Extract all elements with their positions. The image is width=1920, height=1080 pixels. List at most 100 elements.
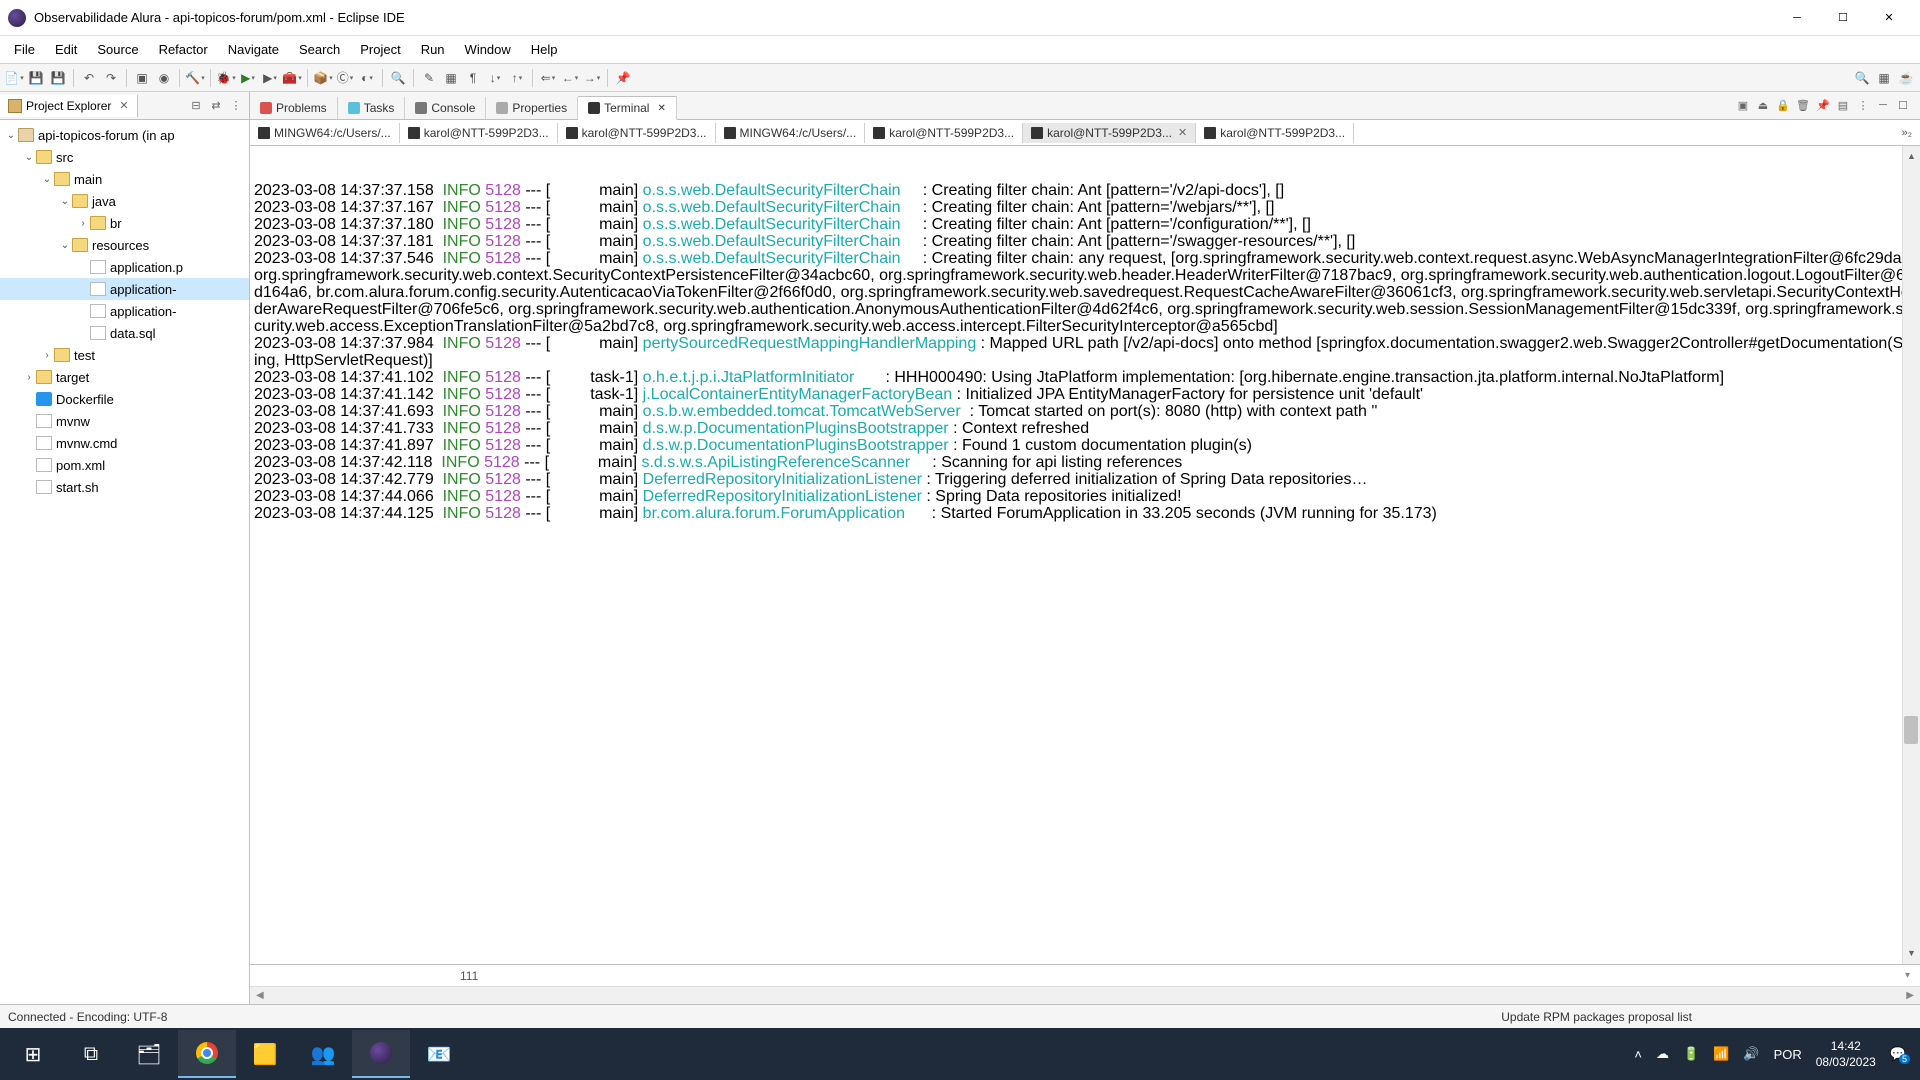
onedrive-icon[interactable]: ☁ xyxy=(1656,1046,1669,1062)
tree-expander-icon[interactable]: › xyxy=(22,372,36,383)
tree-item[interactable]: mvnw.cmd xyxy=(0,432,249,454)
maximize-button[interactable]: ☐ xyxy=(1820,3,1866,33)
tree-item[interactable]: ›target xyxy=(0,366,249,388)
eclipse-taskbar-button[interactable] xyxy=(352,1030,410,1078)
quick-access-icon[interactable]: 🔍 xyxy=(1852,68,1872,88)
annotation-prev-icon[interactable]: ↑ xyxy=(507,68,527,88)
build-icon[interactable]: 🔨 xyxy=(185,68,205,88)
scroll-left-icon[interactable]: ◀ xyxy=(256,990,264,1001)
new-class-icon[interactable]: Ⓒ xyxy=(335,68,355,88)
pin-editor-icon[interactable]: 📌 xyxy=(613,68,633,88)
new-type-icon[interactable]: ◐ xyxy=(357,68,377,88)
maximize-view-icon[interactable]: ☐ xyxy=(1894,96,1912,114)
show-whitespace-icon[interactable]: ¶ xyxy=(463,68,483,88)
language-indicator[interactable]: POR xyxy=(1774,1047,1802,1062)
ext-tools-icon[interactable]: 🧰 xyxy=(282,68,302,88)
tree-item[interactable]: ⌄src xyxy=(0,146,249,168)
save-all-icon[interactable]: 💾 xyxy=(48,68,68,88)
tree-item[interactable]: pom.xml xyxy=(0,454,249,476)
terminal-menu-icon[interactable]: ⋮ xyxy=(1854,96,1872,114)
terminal-scroll-lock-icon[interactable]: 🔒 xyxy=(1774,96,1792,114)
file-explorer-button[interactable]: 🗂 xyxy=(120,1030,178,1078)
menu-window[interactable]: Window xyxy=(455,38,521,61)
terminal-toggle-icon[interactable]: ▤ xyxy=(1834,96,1852,114)
terminal-tab[interactable]: MINGW64:/c/Users/... xyxy=(716,123,866,143)
wifi-icon[interactable]: 📶 xyxy=(1713,1046,1729,1062)
view-tab-tasks[interactable]: Tasks xyxy=(338,97,406,119)
menu-run[interactable]: Run xyxy=(411,38,455,61)
back-icon[interactable]: ← xyxy=(560,68,580,88)
forward-icon[interactable]: → xyxy=(582,68,602,88)
new-package-icon[interactable]: 📦 xyxy=(313,68,333,88)
terminal-tab[interactable]: karol@NTT-599P2D3... xyxy=(865,123,1023,143)
chevron-down-icon[interactable]: ▾ xyxy=(1905,970,1910,981)
terminal-new-icon[interactable]: ▣ xyxy=(1734,96,1752,114)
tree-item[interactable]: Dockerfile xyxy=(0,388,249,410)
taskbar-clock[interactable]: 14:42 08/03/2023 xyxy=(1816,1038,1876,1070)
tree-item[interactable]: data.sql xyxy=(0,322,249,344)
redo-icon[interactable]: ↷ xyxy=(101,68,121,88)
tree-expander-icon[interactable]: ⌄ xyxy=(4,130,18,141)
horizontal-scrollbar[interactable]: ◀ ▶ xyxy=(250,986,1920,1004)
minimize-button[interactable]: ─ xyxy=(1774,3,1820,33)
tree-item[interactable]: ›br xyxy=(0,212,249,234)
close-button[interactable]: ✕ xyxy=(1866,3,1912,33)
battery-icon[interactable]: 🔋 xyxy=(1683,1046,1699,1062)
sticky-notes-button[interactable]: 🟨 xyxy=(236,1030,294,1078)
coverage-icon[interactable]: ◉ xyxy=(154,68,174,88)
debug-icon[interactable]: 🐞 xyxy=(216,68,236,88)
outlook-button[interactable]: 📧 xyxy=(410,1030,468,1078)
open-perspective-icon[interactable]: ▦ xyxy=(1874,68,1894,88)
close-icon[interactable]: ✕ xyxy=(657,103,665,114)
tray-chevron-icon[interactable]: ˄ xyxy=(1634,1047,1642,1062)
link-editor-icon[interactable]: ⇄ xyxy=(207,97,225,115)
run-icon[interactable]: ▶ xyxy=(238,68,258,88)
terminal-clear-icon[interactable]: 🗑 xyxy=(1794,96,1812,114)
toggle-block-icon[interactable]: ▦ xyxy=(441,68,461,88)
tree-item[interactable]: mvnw xyxy=(0,410,249,432)
terminal-tab[interactable]: karol@NTT-599P2D3... xyxy=(400,123,558,143)
terminal-pin-icon[interactable]: 📌 xyxy=(1814,96,1832,114)
view-menu-icon[interactable]: ⋮ xyxy=(227,97,245,115)
tree-item[interactable]: start.sh xyxy=(0,476,249,498)
tree-expander-icon[interactable]: ⌄ xyxy=(58,240,72,251)
terminal-tab[interactable]: karol@NTT-599P2D3...✕ xyxy=(1023,123,1196,143)
java-perspective-icon[interactable]: ☕ xyxy=(1896,68,1916,88)
tree-item[interactable]: ›test xyxy=(0,344,249,366)
tree-item[interactable]: ⌄resources xyxy=(0,234,249,256)
terminal-tab[interactable]: karol@NTT-599P2D3... xyxy=(558,123,716,143)
tree-expander-icon[interactable]: › xyxy=(40,350,54,361)
terminal-icon[interactable]: ▣ xyxy=(132,68,152,88)
view-tab-problems[interactable]: Problems xyxy=(250,97,338,119)
tree-expander-icon[interactable]: ⌄ xyxy=(22,152,36,163)
teams-button[interactable]: 👥 xyxy=(294,1030,352,1078)
new-icon[interactable]: 📄 xyxy=(4,68,24,88)
run-last-icon[interactable]: ▶ xyxy=(260,68,280,88)
chrome-button[interactable] xyxy=(178,1030,236,1078)
volume-icon[interactable]: 🔊 xyxy=(1743,1046,1759,1062)
menu-file[interactable]: File xyxy=(4,38,45,61)
tree-item[interactable]: application- xyxy=(0,300,249,322)
tree-expander-icon[interactable]: › xyxy=(76,218,90,229)
terminal-output[interactable]: 2023-03-08 14:37:37.158 INFO 5128 --- [ … xyxy=(250,146,1920,964)
view-tab-terminal[interactable]: Terminal✕ xyxy=(578,96,677,120)
menu-help[interactable]: Help xyxy=(521,38,568,61)
start-button[interactable]: ⊞ xyxy=(4,1030,62,1078)
collapse-all-icon[interactable]: ⊟ xyxy=(187,97,205,115)
menu-source[interactable]: Source xyxy=(87,38,148,61)
scroll-right-icon[interactable]: ▶ xyxy=(1906,990,1914,1001)
toggle-mark-icon[interactable]: ✎ xyxy=(419,68,439,88)
minimize-view-icon[interactable]: ─ xyxy=(1874,96,1892,114)
scrollbar-thumb[interactable] xyxy=(1904,716,1918,744)
project-tree[interactable]: ⌄api-topicos-forum (in ap⌄src⌄main⌄java›… xyxy=(0,120,249,1004)
terminal-tab[interactable]: karol@NTT-599P2D3... xyxy=(1196,123,1354,143)
view-tab-properties[interactable]: Properties xyxy=(486,97,578,119)
project-explorer-tab[interactable]: Project Explorer ✕ xyxy=(0,95,138,117)
undo-icon[interactable]: ↶ xyxy=(79,68,99,88)
task-view-button[interactable]: ⧉ xyxy=(62,1030,120,1078)
menu-edit[interactable]: Edit xyxy=(45,38,87,61)
last-edit-icon[interactable]: ⇐ xyxy=(538,68,558,88)
tree-item[interactable]: application.p xyxy=(0,256,249,278)
menu-search[interactable]: Search xyxy=(289,38,350,61)
terminal-disconnect-icon[interactable]: ⏏ xyxy=(1754,96,1772,114)
